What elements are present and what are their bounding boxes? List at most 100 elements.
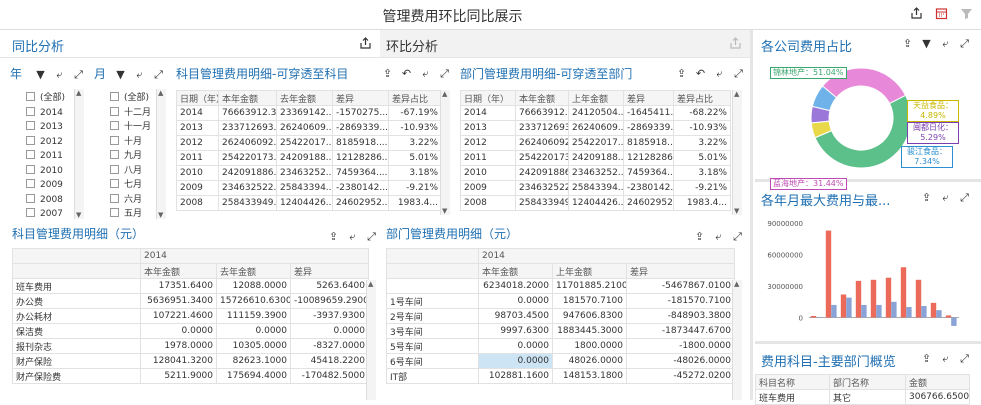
bar[interactable] (900, 267, 907, 318)
wrap-icon[interactable]: ⤶ (53, 68, 66, 81)
month-option[interactable]: 七月 (110, 178, 160, 193)
expand-icon[interactable]: ⤢ (152, 68, 165, 81)
table-row[interactable]: 2008258433949.0...12404426....24602952..… (460, 195, 731, 211)
year-option[interactable]: 2012 (26, 135, 76, 150)
month-option[interactable]: (全部) (110, 91, 160, 106)
undo-icon[interactable]: ↶ (400, 67, 413, 80)
expand-icon[interactable]: ⤢ (438, 67, 451, 80)
bar[interactable] (825, 230, 832, 318)
wrap-icon[interactable]: ⤶ (939, 191, 952, 204)
table-row[interactable]: 2011254220173.3...24209188....12128286..… (460, 150, 731, 166)
checkbox[interactable] (26, 92, 35, 101)
bar[interactable] (885, 277, 892, 318)
column-header[interactable]: 本年金额 (515, 90, 569, 106)
column-header[interactable]: 金额 (905, 374, 970, 390)
wrap-icon[interactable]: ⤶ (713, 67, 726, 80)
checkbox[interactable] (110, 135, 119, 145)
table-row[interactable]: 6号车间 0.0000 48026.0000 -48026.0000 (386, 353, 735, 369)
bar[interactable] (921, 306, 927, 318)
table-row[interactable]: 班车费用 其它 306766.6500 (755, 389, 970, 405)
table-row[interactable]: 2号车间 98703.4500 947606.8300 -848903.3800 (386, 308, 735, 324)
expand-icon[interactable]: ⤢ (958, 191, 971, 204)
filter-icon[interactable]: ▼ (920, 37, 933, 50)
checkbox[interactable] (110, 121, 119, 130)
checkbox[interactable] (110, 150, 119, 159)
column-header[interactable]: 部门名称 (829, 374, 906, 390)
mom-header[interactable]: 环比分析 (380, 30, 750, 58)
checkbox[interactable] (110, 164, 119, 174)
export-icon[interactable]: ⇪ (693, 230, 706, 243)
column-header[interactable]: 去年金额 (216, 263, 291, 279)
month-option[interactable]: 十月 (110, 135, 160, 150)
table-row[interactable]: 2012262406092.2...25422017....8185918...… (460, 135, 731, 151)
year-header[interactable]: 2014 (140, 248, 369, 264)
export-icon[interactable]: ⇪ (675, 67, 688, 80)
checkbox[interactable] (26, 179, 35, 188)
column-header[interactable]: 差异 (332, 90, 389, 106)
month-option[interactable]: 十一月 (110, 120, 160, 135)
bar[interactable] (846, 297, 852, 318)
checkbox[interactable] (26, 164, 35, 174)
bar[interactable] (876, 304, 882, 318)
table-row[interactable]: 2010242091886.3...23463252....7459364...… (176, 165, 442, 181)
table-row[interactable]: 2013233712693.3...26240609....-2869339..… (176, 120, 442, 136)
table-row[interactable]: 1号车间 0.0000 181570.7100 -181570.7100 (386, 293, 735, 309)
wrap-icon[interactable]: ⤶ (939, 37, 952, 50)
year-option[interactable]: 2010 (26, 164, 76, 179)
year-option[interactable]: 2007 (26, 207, 76, 222)
table-row[interactable]: 2011254220173.3...24209188....12128286..… (176, 150, 442, 166)
table-row[interactable]: 2010242091886.3...23463252....7459364...… (460, 165, 731, 181)
table-row[interactable]: 6234018.2000 11701885.2100 -5467867.0100 (386, 278, 735, 294)
bar[interactable] (936, 310, 942, 318)
column-header[interactable]: 日期（年） (176, 90, 219, 106)
wrap-icon[interactable]: ⤶ (133, 68, 146, 81)
expand-icon[interactable]: ⤢ (72, 68, 85, 81)
column-header[interactable]: 日期（年） (460, 90, 516, 106)
filter-icon[interactable] (960, 7, 973, 20)
wrap-icon[interactable]: ⤶ (346, 230, 359, 243)
table-row[interactable]: 班车费用 17351.6400 12088.0000 5263.6400 (12, 278, 369, 294)
month-option[interactable]: 十二月 (110, 106, 160, 121)
bar[interactable] (945, 315, 952, 318)
table-row[interactable]: 财产保险 128041.3200 82623.1000 45418.2200 (12, 353, 369, 369)
table-row[interactable]: 保洁费 0.0000 0.0000 0.0000 (12, 323, 369, 339)
column-header[interactable]: 去年金额 (276, 90, 333, 106)
month-option[interactable]: 九月 (110, 149, 160, 164)
expand-icon[interactable]: ⤢ (731, 230, 744, 243)
wrap-icon[interactable]: ⤶ (712, 230, 725, 243)
column-header[interactable]: 差异占比 (388, 90, 442, 106)
bar[interactable] (915, 279, 922, 318)
export-icon[interactable]: ⇪ (381, 67, 394, 80)
table-row[interactable]: 办公费 5636951.3400 15726610.6300 -10089659.29… (12, 293, 369, 309)
bar[interactable] (810, 315, 817, 318)
table-row[interactable]: 201476663912.3124120504....-1645411...-6… (460, 105, 731, 121)
column-header[interactable]: 上年金额 (568, 90, 624, 106)
bar[interactable] (861, 304, 867, 318)
year-option[interactable]: 2011 (26, 149, 76, 164)
table-row[interactable]: 报刊杂志 1978.0000 10305.0000 -8327.0000 (12, 338, 369, 354)
column-header[interactable]: 差异占比 (673, 90, 731, 106)
table-row[interactable]: 2009234632522.8...25843394....-2380142..… (460, 180, 731, 196)
year-option[interactable]: 2009 (26, 178, 76, 193)
table-row[interactable]: 财产保险费 5211.9000 175694.4000 -170482.5000 (12, 368, 369, 384)
year-option[interactable]: 2014 (26, 106, 76, 121)
export-icon[interactable] (359, 37, 372, 50)
year-option[interactable]: (全部) (26, 91, 76, 106)
checkbox[interactable] (110, 106, 119, 116)
bar[interactable] (930, 302, 937, 318)
column-header[interactable]: 差异 (626, 263, 735, 279)
table-row[interactable]: IT部 102881.1600 148153.1800 -45272.0200 (386, 368, 735, 384)
year-option[interactable]: 2008 (26, 193, 76, 208)
expand-icon[interactable]: ⤢ (732, 67, 745, 80)
checkbox[interactable] (26, 208, 35, 217)
table-row[interactable]: 3号车间 9997.6300 1883445.3000 -1873447.6700 (386, 323, 735, 339)
checkbox[interactable] (26, 193, 35, 203)
undo-icon[interactable]: ↶ (694, 67, 707, 80)
table-row[interactable]: 2008258433949.0...12404426....24602952..… (176, 195, 442, 211)
table-row[interactable]: 5号车间 0.0000 1800.0000 -1800.0000 (386, 338, 735, 354)
filter-icon[interactable]: ▼ (34, 68, 47, 81)
column-header[interactable]: 差异 (623, 90, 674, 106)
year-option[interactable]: 2013 (26, 120, 76, 135)
export-icon[interactable] (910, 7, 923, 20)
checkbox[interactable] (26, 106, 35, 116)
